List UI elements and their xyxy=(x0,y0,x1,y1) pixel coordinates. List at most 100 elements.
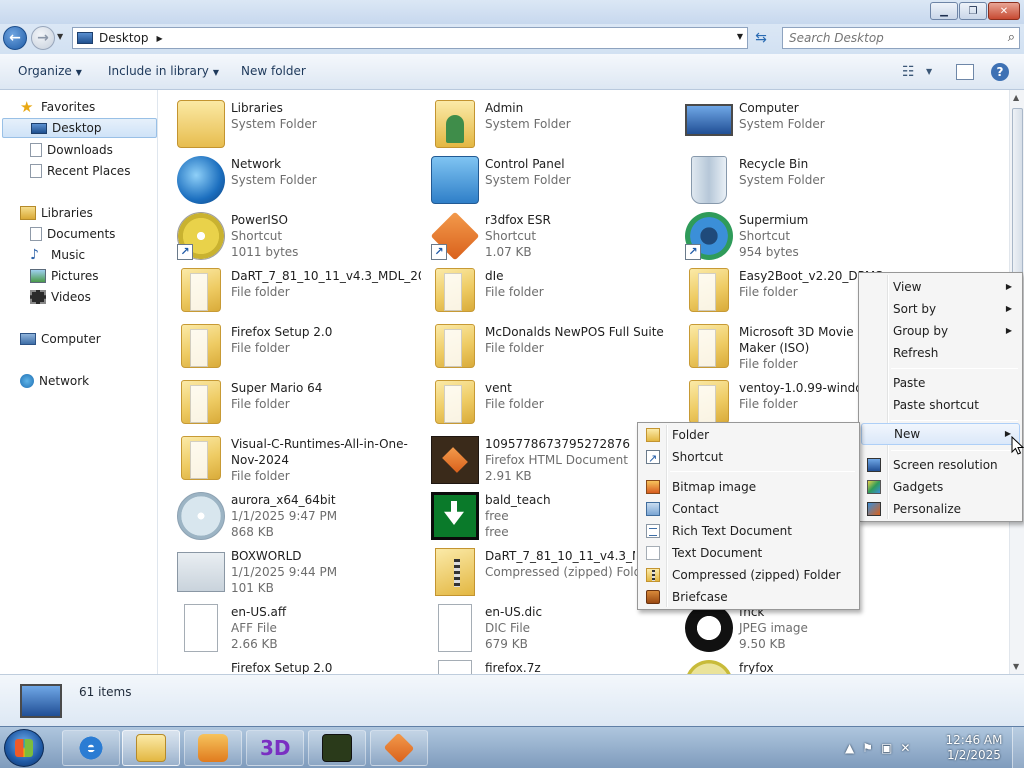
menu-item-screen-resolution[interactable]: Screen resolution xyxy=(861,454,1020,476)
minimize-button[interactable]: ▁ xyxy=(930,2,958,20)
clock[interactable]: 12:46 AM 1/2/2025 xyxy=(944,733,1004,763)
new-contact-item[interactable]: Contact xyxy=(640,498,857,520)
nav-desktop[interactable]: Desktop xyxy=(2,118,157,138)
list-item[interactable]: vent File folder xyxy=(413,376,663,432)
list-item[interactable]: dIe File folder xyxy=(413,264,663,320)
recent-places-icon xyxy=(30,164,42,178)
list-item[interactable]: BOXWORLD 1/1/2025 9:44 PM 101 KB xyxy=(159,544,409,600)
nav-downloads[interactable]: Downloads xyxy=(30,140,113,160)
list-item[interactable]: 1095778673795272876 Firefox HTML Document… xyxy=(413,432,663,488)
network-status-icon[interactable]: ▣ xyxy=(881,741,892,755)
new-briefcase-item[interactable]: Briefcase xyxy=(640,586,857,608)
menu-item-refresh[interactable]: Refresh xyxy=(861,342,1020,364)
menu-item-paste-shortcut[interactable]: Paste shortcut xyxy=(861,394,1020,416)
search-input[interactable] xyxy=(789,28,989,48)
menu-item-personalize[interactable]: Personalize xyxy=(861,498,1020,520)
list-item[interactable]: Recycle Bin System Folder xyxy=(667,152,917,208)
list-item[interactable]: Control Panel System Folder xyxy=(413,152,663,208)
list-item[interactable]: Libraries System Folder xyxy=(159,96,409,152)
close-button[interactable]: ✕ xyxy=(988,2,1020,20)
nav-libraries[interactable]: Libraries xyxy=(20,203,93,223)
organize-button[interactable]: Organize ▼ xyxy=(18,64,82,78)
new-text-document-item[interactable]: Text Document xyxy=(640,542,857,564)
nav-network[interactable]: Network xyxy=(20,371,89,391)
breadcrumb-desktop[interactable]: Desktop xyxy=(99,31,149,45)
list-item[interactable]: ↗ PowerISO Shortcut 1011 bytes xyxy=(159,208,409,264)
list-item[interactable]: Computer System Folder xyxy=(667,96,917,152)
include-in-library-button[interactable]: Include in library ▼ xyxy=(108,64,219,78)
list-item[interactable]: ↗ Supermium Shortcut 954 bytes xyxy=(667,208,917,264)
view-dropdown-icon[interactable]: ▼ xyxy=(926,67,932,76)
menu-item-group-by[interactable]: Group by ▶ xyxy=(861,320,1020,342)
jpeg-image-icon xyxy=(685,604,733,652)
breadcrumb-chevron-icon[interactable]: ▶ xyxy=(157,34,163,43)
search-icon[interactable]: ⌕ xyxy=(1008,30,1015,45)
list-item[interactable]: Admin System Folder xyxy=(413,96,663,152)
nav-videos[interactable]: Videos xyxy=(30,287,91,307)
new-folder-item[interactable]: Folder xyxy=(640,424,857,446)
list-item[interactable]: en-US.dic DIC File 679 KB xyxy=(413,600,663,656)
nav-documents[interactable]: Documents xyxy=(30,224,115,244)
organize-label: Organize xyxy=(18,64,72,78)
forward-button[interactable]: → xyxy=(31,26,55,50)
nav-computer[interactable]: Computer xyxy=(20,329,101,349)
new-bitmap-item[interactable]: Bitmap image xyxy=(640,476,857,498)
taskbar-internet-explorer[interactable]: e xyxy=(62,730,120,766)
recent-pages-dropdown[interactable]: ▼ xyxy=(57,32,63,41)
list-item[interactable]: fryfox xyxy=(667,656,917,674)
menu-item-new[interactable]: New ▶ xyxy=(861,423,1020,445)
nav-favorites[interactable]: ★ Favorites xyxy=(20,97,95,117)
help-icon[interactable]: ? xyxy=(991,63,1009,81)
item-type: File folder xyxy=(739,397,798,411)
nav-music[interactable]: ♪ Music xyxy=(30,245,85,265)
address-bar[interactable]: Desktop ▶ ▼ xyxy=(72,27,748,49)
list-item[interactable]: en-US.aff AFF File 2.66 KB xyxy=(159,600,409,656)
list-item[interactable]: McDonalds NewPOS Full Suite File folder xyxy=(413,320,664,376)
change-view-icon[interactable]: ☷ xyxy=(902,64,915,80)
list-item[interactable]: bald_teach free free xyxy=(413,488,663,544)
list-item[interactable]: DaRT_7_81_10_11_v4.3_MDL_2024 File folder xyxy=(159,264,421,320)
show-desktop-button[interactable] xyxy=(1012,727,1024,768)
new-zip-folder-item[interactable]: Compressed (zipped) Folder xyxy=(640,564,857,586)
menu-item-view[interactable]: View ▶ xyxy=(861,276,1020,298)
preview-pane-icon[interactable] xyxy=(956,64,974,80)
scroll-up-icon[interactable]: ▲ xyxy=(1013,93,1019,102)
maximize-button[interactable]: ❐ xyxy=(959,2,987,20)
nav-recent-places[interactable]: Recent Places xyxy=(30,161,130,181)
search-box[interactable]: ⌕ xyxy=(782,27,1020,49)
menu-item-sort-by[interactable]: Sort by ▶ xyxy=(861,298,1020,320)
address-dropdown-icon[interactable]: ▼ xyxy=(737,32,743,41)
item-type: System Folder xyxy=(231,117,317,131)
list-item[interactable]: Firefox Setup 2.0 File folder xyxy=(159,320,409,376)
disc-image-icon xyxy=(177,492,225,540)
list-item[interactable]: ↗ r3dfox ESR Shortcut 1.07 KB xyxy=(413,208,663,264)
menu-item-gadgets[interactable]: Gadgets xyxy=(861,476,1020,498)
scroll-down-icon[interactable]: ▼ xyxy=(1013,662,1019,671)
taskbar-game[interactable] xyxy=(308,730,366,766)
taskbar-3d-movie-maker[interactable]: 3D xyxy=(246,730,304,766)
new-shortcut-item[interactable]: Shortcut xyxy=(640,446,857,470)
menu-item-paste[interactable]: Paste xyxy=(861,372,1020,394)
new-rtf-item[interactable]: Rich Text Document xyxy=(640,520,857,542)
menu-label: Personalize xyxy=(893,502,962,516)
list-item[interactable]: Firefox Setup 2.0 xyxy=(159,656,409,674)
list-item[interactable]: Network System Folder xyxy=(159,152,409,208)
nav-pictures[interactable]: Pictures xyxy=(30,266,99,286)
start-button[interactable] xyxy=(4,729,44,767)
nav-label: Pictures xyxy=(51,269,99,283)
menu-label: Bitmap image xyxy=(672,480,757,494)
taskbar-windows-explorer[interactable] xyxy=(122,730,180,766)
action-center-flag-icon[interactable]: ⚑ xyxy=(862,741,873,755)
new-folder-button[interactable]: New folder xyxy=(241,64,306,78)
show-hidden-icons-icon[interactable]: ▲ xyxy=(845,741,854,755)
refresh-icon[interactable]: ⇆ xyxy=(752,30,770,48)
list-item[interactable]: firefox.7z xyxy=(413,656,663,674)
list-item[interactable]: DaRT_7_81_10_11_v4.3_MDL_2024 Compressed … xyxy=(413,544,663,600)
list-item[interactable]: Visual-C-Runtimes-All-in-One-Nov-2024 Fil… xyxy=(159,432,409,488)
list-item[interactable]: Super Mario 64 File folder xyxy=(159,376,409,432)
list-item[interactable]: aurora_x64_64bit 1/1/2025 9:47 PM 868 KB xyxy=(159,488,409,544)
taskbar-media-player[interactable] xyxy=(184,730,242,766)
back-button[interactable]: ← xyxy=(3,26,27,50)
taskbar-firefox[interactable] xyxy=(370,730,428,766)
volume-muted-icon[interactable]: ✕ xyxy=(900,741,910,755)
